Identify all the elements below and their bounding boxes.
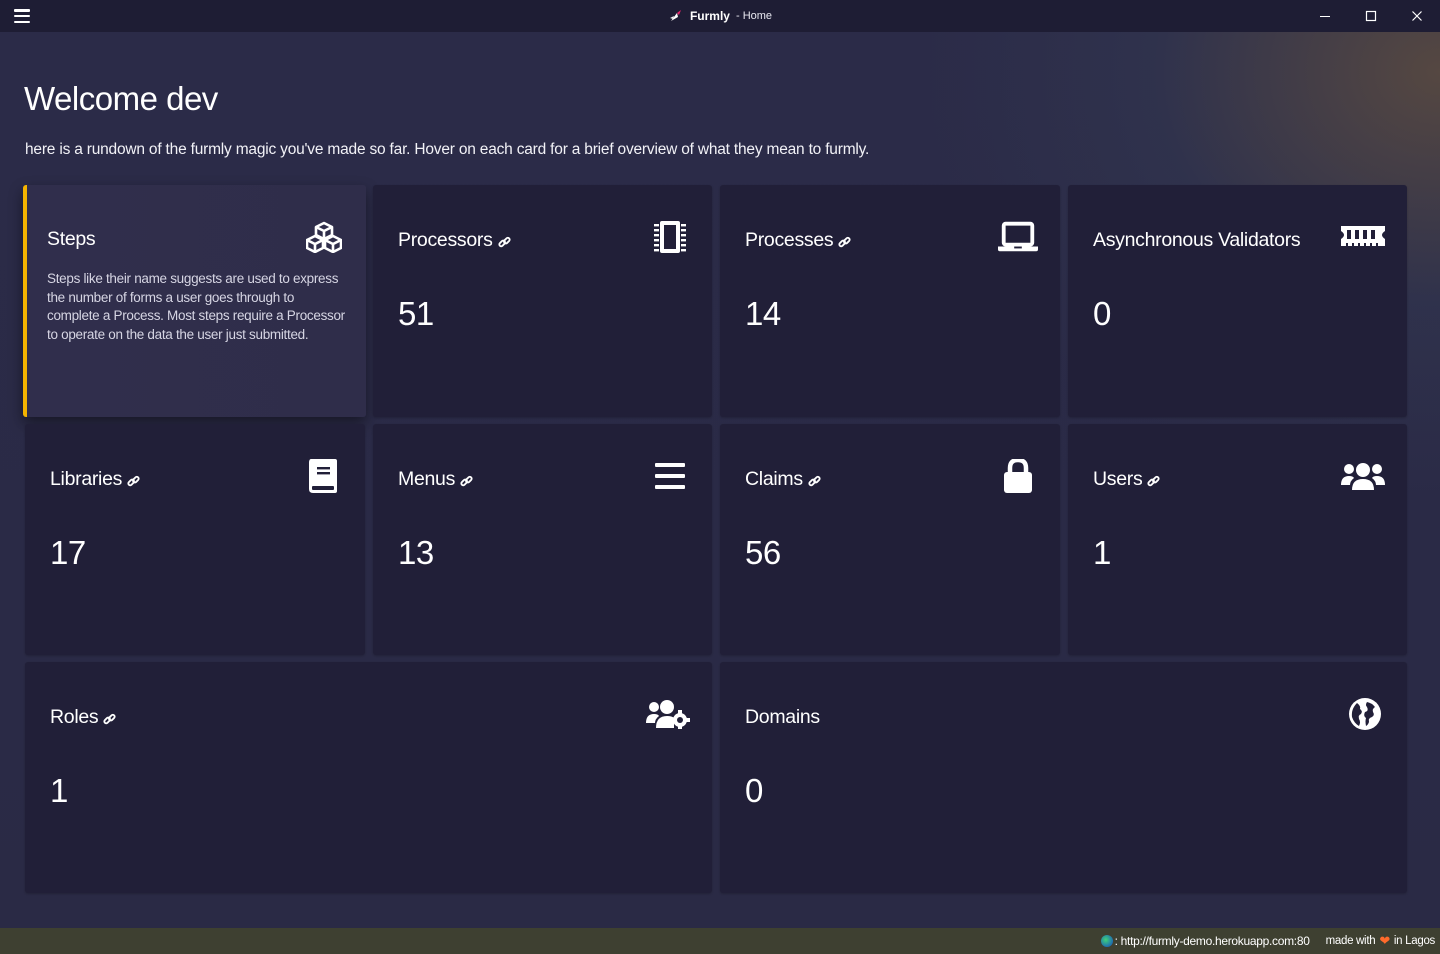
made-with-credit: made with ❤ in Lagos [1325,933,1436,949]
card-description: Steps like their name suggests are used … [47,271,345,342]
card-title: Processes [745,229,851,252]
card-users[interactable]: Users 1 [1068,424,1407,655]
memory-icon [1341,219,1385,255]
hamburger-menu-icon[interactable] [14,9,30,23]
users-cog-icon [646,696,690,732]
link-icon[interactable] [808,475,821,488]
microchip-icon [650,219,690,255]
server-url-text: : http://furmly-demo.herokuapp.com:80 [1114,934,1310,948]
page-name: - Home [735,10,773,22]
card-count: 13 [398,534,434,571]
card-domains[interactable]: Domains 0 [720,662,1407,893]
card-title-text: Steps [47,228,96,250]
card-count: 1 [50,772,68,809]
card-count: 0 [745,772,763,809]
card-count: 0 [1093,295,1111,332]
card-libraries[interactable]: Libraries 17 [25,424,365,655]
link-icon[interactable] [460,475,473,488]
card-title: Libraries [50,468,140,491]
card-title-text: Users [1093,468,1143,490]
card-title: Steps [47,228,96,251]
close-icon [1412,11,1422,21]
window-controls [1302,0,1440,32]
card-title: Asynchronous Validators [1093,229,1301,252]
heart-icon: ❤ [1379,933,1390,948]
lock-icon [998,458,1038,494]
maximize-button[interactable] [1348,0,1394,32]
card-title-text: Asynchronous Validators [1093,229,1301,251]
title-bar: Furmly - Home [0,0,1440,32]
card-count: 17 [50,534,86,571]
card-title-text: Processes [745,229,834,251]
link-icon[interactable] [103,713,116,726]
server-url[interactable]: : http://furmly-demo.herokuapp.com:80 [1100,934,1310,948]
card-title: Users [1093,468,1161,491]
users-icon [1341,458,1385,494]
intro-text: here is a rundown of the furmly magic yo… [25,141,870,158]
card-title-text: Roles [50,706,99,728]
minimize-icon [1320,16,1330,17]
minimize-button[interactable] [1302,0,1348,32]
card-count: 56 [745,534,781,571]
card-title: Claims [745,468,821,491]
status-bar: : http://furmly-demo.herokuapp.com:80 ma… [0,928,1440,954]
main-content: Welcome dev here is a rundown of the fur… [0,32,1440,928]
furmly-logo-icon [669,10,681,21]
card-claims[interactable]: Claims 56 [720,424,1060,655]
globe-icon [1345,696,1385,732]
window-title: Furmly - Home [0,0,1440,32]
card-count: 14 [745,295,781,332]
link-icon[interactable] [127,475,140,488]
card-processes[interactable]: Processes 14 [720,185,1060,417]
card-count: 51 [398,295,434,332]
card-title-text: Menus [398,468,456,490]
card-steps[interactable]: Steps Steps like their name suggests are… [23,185,366,417]
card-roles[interactable]: Roles 1 [25,662,712,893]
book-icon [303,458,343,494]
bars-icon [650,458,690,494]
card-async-validators[interactable]: Asynchronous Validators 0 [1068,185,1407,417]
card-title-text: Processors [398,229,493,251]
app-name: Furmly [689,9,730,23]
page-title: Welcome dev [24,80,218,117]
card-title: Processors [398,229,511,252]
card-title: Domains [745,706,820,729]
card-menus[interactable]: Menus 13 [373,424,712,655]
card-title-text: Libraries [50,468,123,490]
close-button[interactable] [1394,0,1440,32]
card-title-text: Claims [745,468,803,490]
link-icon[interactable] [1147,475,1161,488]
globe-icon [1100,935,1113,947]
link-icon[interactable] [497,236,511,249]
location-text: in Lagos [1393,935,1435,947]
card-title: Roles [50,706,116,729]
card-title-text: Domains [745,706,820,728]
link-icon[interactable] [838,236,851,249]
maximize-icon [1365,10,1377,22]
cubes-icon [304,219,344,255]
card-processors[interactable]: Processors 51 [373,185,712,417]
laptop-icon [998,219,1038,255]
card-count: 1 [1093,534,1111,571]
card-title: Menus [398,468,473,491]
made-with-text: made with [1325,935,1376,947]
